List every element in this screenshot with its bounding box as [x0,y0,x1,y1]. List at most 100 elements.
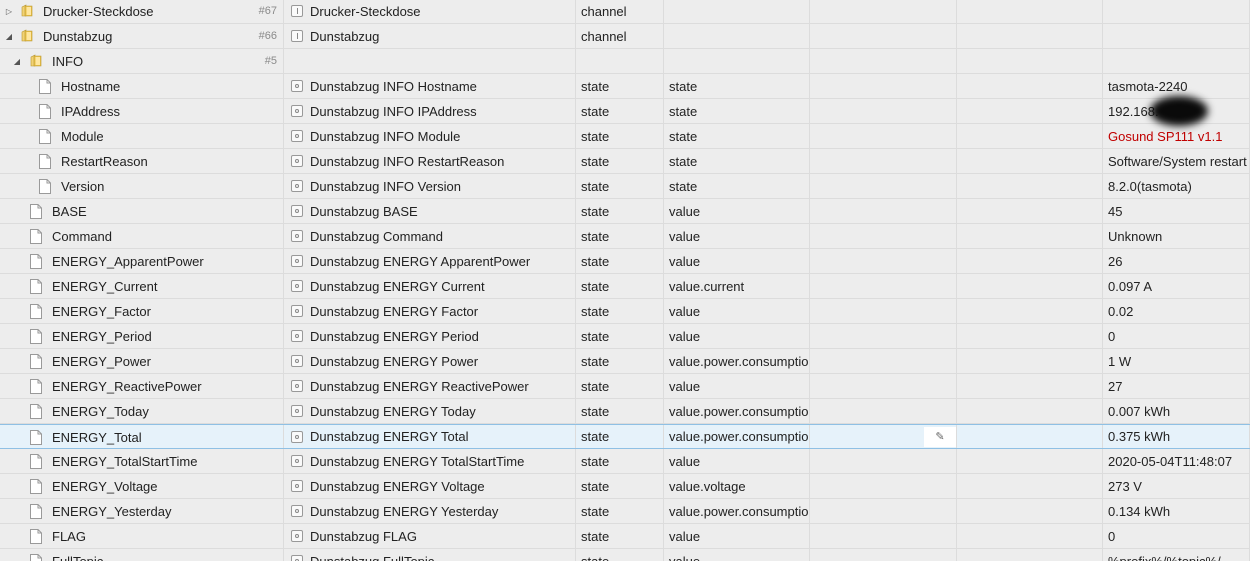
table-row[interactable]: ENERGY_Power Dunstabzug ENERGY Power state… [0,349,1250,374]
value-cell[interactable]: 1 W [1103,349,1250,373]
id-cell[interactable]: RestartReason [0,149,284,173]
id-cell[interactable]: ENERGY_Power [0,349,284,373]
table-row-selected[interactable]: ENERGY_Total Dunstabzug ENERGY Total state… [0,424,1250,449]
room-cell[interactable] [810,149,957,173]
id-cell[interactable]: Command [0,224,284,248]
value-cell[interactable]: 0 [1103,324,1250,348]
function-cell[interactable] [957,474,1103,498]
function-cell[interactable] [957,249,1103,273]
room-cell[interactable] [810,399,957,423]
room-cell[interactable] [810,524,957,548]
id-cell[interactable]: Module [0,124,284,148]
collapse-icon[interactable]: ◢ [12,56,22,66]
room-cell[interactable] [810,349,957,373]
table-row[interactable]: ENERGY_ReactivePower Dunstabzug ENERGY Re… [0,374,1250,399]
room-cell[interactable] [810,124,957,148]
name-cell[interactable]: Dunstabzug INFO Version [284,174,576,198]
table-row[interactable]: ENERGY_Period Dunstabzug ENERGY Period sta… [0,324,1250,349]
table-row[interactable]: ENERGY_Voltage Dunstabzug ENERGY Voltage s… [0,474,1250,499]
value-cell[interactable]: tasmota-2240 [1103,74,1250,98]
name-cell[interactable]: Dunstabzug ENERGY TotalStartTime [284,449,576,473]
table-row[interactable]: Hostname Dunstabzug INFO Hostname state sta… [0,74,1250,99]
function-cell[interactable] [957,124,1103,148]
value-cell[interactable]: 0.097 A [1103,274,1250,298]
id-cell[interactable]: ENERGY_TotalStartTime [0,449,284,473]
table-row[interactable]: ENERGY_Current Dunstabzug ENERGY Current s… [0,274,1250,299]
name-cell[interactable]: Dunstabzug FullTopic [284,549,576,561]
room-cell[interactable] [810,449,957,473]
function-cell[interactable] [957,374,1103,398]
value-cell[interactable]: 26 [1103,249,1250,273]
value-cell[interactable]: 27 [1103,374,1250,398]
pencil-icon[interactable]: ✎ [924,426,956,447]
name-cell[interactable]: Dunstabzug [284,24,576,48]
room-cell[interactable] [810,174,957,198]
name-cell[interactable]: Dunstabzug ENERGY Total [284,425,576,448]
table-row[interactable]: RestartReason Dunstabzug INFO RestartReas… [0,149,1250,174]
table-row[interactable]: ENERGY_ApparentPower Dunstabzug ENERGY Ap… [0,249,1250,274]
id-cell[interactable]: Hostname [0,74,284,98]
table-row[interactable]: ▷ Drucker-Steckdose #67 Drucker-Steckdose ch… [0,0,1250,24]
value-cell[interactable]: Gosund SP111 v1.1 [1103,124,1250,148]
name-cell[interactable]: Dunstabzug ENERGY Voltage [284,474,576,498]
function-cell[interactable] [957,549,1103,561]
table-row[interactable]: Module Dunstabzug INFO Module state state Go… [0,124,1250,149]
expand-icon[interactable]: ▷ [4,6,14,16]
table-row[interactable]: ENERGY_Yesterday Dunstabzug ENERGY Yester… [0,499,1250,524]
value-cell[interactable] [1103,49,1250,73]
value-cell[interactable]: Software/System restart [1103,149,1250,173]
id-cell[interactable]: FLAG [0,524,284,548]
id-cell[interactable]: ENERGY_Today [0,399,284,423]
room-cell[interactable] [810,199,957,223]
room-cell[interactable] [810,474,957,498]
function-cell[interactable] [957,99,1103,123]
table-row[interactable]: ◢ Dunstabzug #66 Dunstabzug channel [0,24,1250,49]
name-cell[interactable]: Dunstabzug Command [284,224,576,248]
value-cell[interactable]: 0 [1103,524,1250,548]
name-cell[interactable]: Dunstabzug ENERGY Period [284,324,576,348]
function-cell[interactable] [957,299,1103,323]
name-cell[interactable]: Dunstabzug ENERGY Factor [284,299,576,323]
room-cell[interactable] [810,249,957,273]
value-cell[interactable]: 0.02 [1103,299,1250,323]
name-cell[interactable]: Dunstabzug BASE [284,199,576,223]
table-row[interactable]: BASE Dunstabzug BASE state value 45 [0,199,1250,224]
id-cell[interactable]: ENERGY_Voltage [0,474,284,498]
id-cell[interactable]: ENERGY_Yesterday [0,499,284,523]
function-cell[interactable] [957,499,1103,523]
room-cell[interactable] [810,299,957,323]
id-cell[interactable]: ENERGY_Current [0,274,284,298]
name-cell[interactable]: Dunstabzug INFO Module [284,124,576,148]
table-row[interactable]: IPAddress Dunstabzug INFO IPAddress state s… [0,99,1250,124]
room-cell[interactable] [810,74,957,98]
name-cell[interactable]: Dunstabzug FLAG [284,524,576,548]
table-row[interactable]: FLAG Dunstabzug FLAG state value 0 [0,524,1250,549]
room-cell[interactable] [810,324,957,348]
value-cell[interactable]: 273 V [1103,474,1250,498]
name-cell[interactable]: Dunstabzug ENERGY Current [284,274,576,298]
function-cell[interactable] [957,274,1103,298]
value-cell[interactable] [1103,24,1250,48]
id-cell[interactable]: BASE [0,199,284,223]
value-cell[interactable]: 45 [1103,199,1250,223]
id-cell[interactable]: ENERGY_ReactivePower [0,374,284,398]
id-cell[interactable]: ▷ Drucker-Steckdose #67 [0,0,284,23]
name-cell[interactable]: Dunstabzug ENERGY Power [284,349,576,373]
function-cell[interactable] [957,0,1103,23]
value-cell[interactable]: 2020-05-04T11:48:07 [1103,449,1250,473]
id-cell[interactable]: IPAddress [0,99,284,123]
room-cell[interactable] [810,0,957,23]
name-cell[interactable]: Dunstabzug ENERGY ReactivePower [284,374,576,398]
room-cell[interactable] [810,49,957,73]
function-cell[interactable] [957,174,1103,198]
table-row[interactable]: Command Dunstabzug Command state value Unkno… [0,224,1250,249]
function-cell[interactable] [957,524,1103,548]
function-cell[interactable] [957,324,1103,348]
id-cell[interactable]: ◢ Dunstabzug #66 [0,24,284,48]
table-row[interactable]: ENERGY_TotalStartTime Dunstabzug ENERGY T… [0,449,1250,474]
function-cell[interactable] [957,199,1103,223]
room-cell[interactable] [810,499,957,523]
name-cell[interactable]: Dunstabzug INFO RestartReason [284,149,576,173]
collapse-icon[interactable]: ◢ [4,31,14,41]
value-cell[interactable]: 0.134 kWh [1103,499,1250,523]
